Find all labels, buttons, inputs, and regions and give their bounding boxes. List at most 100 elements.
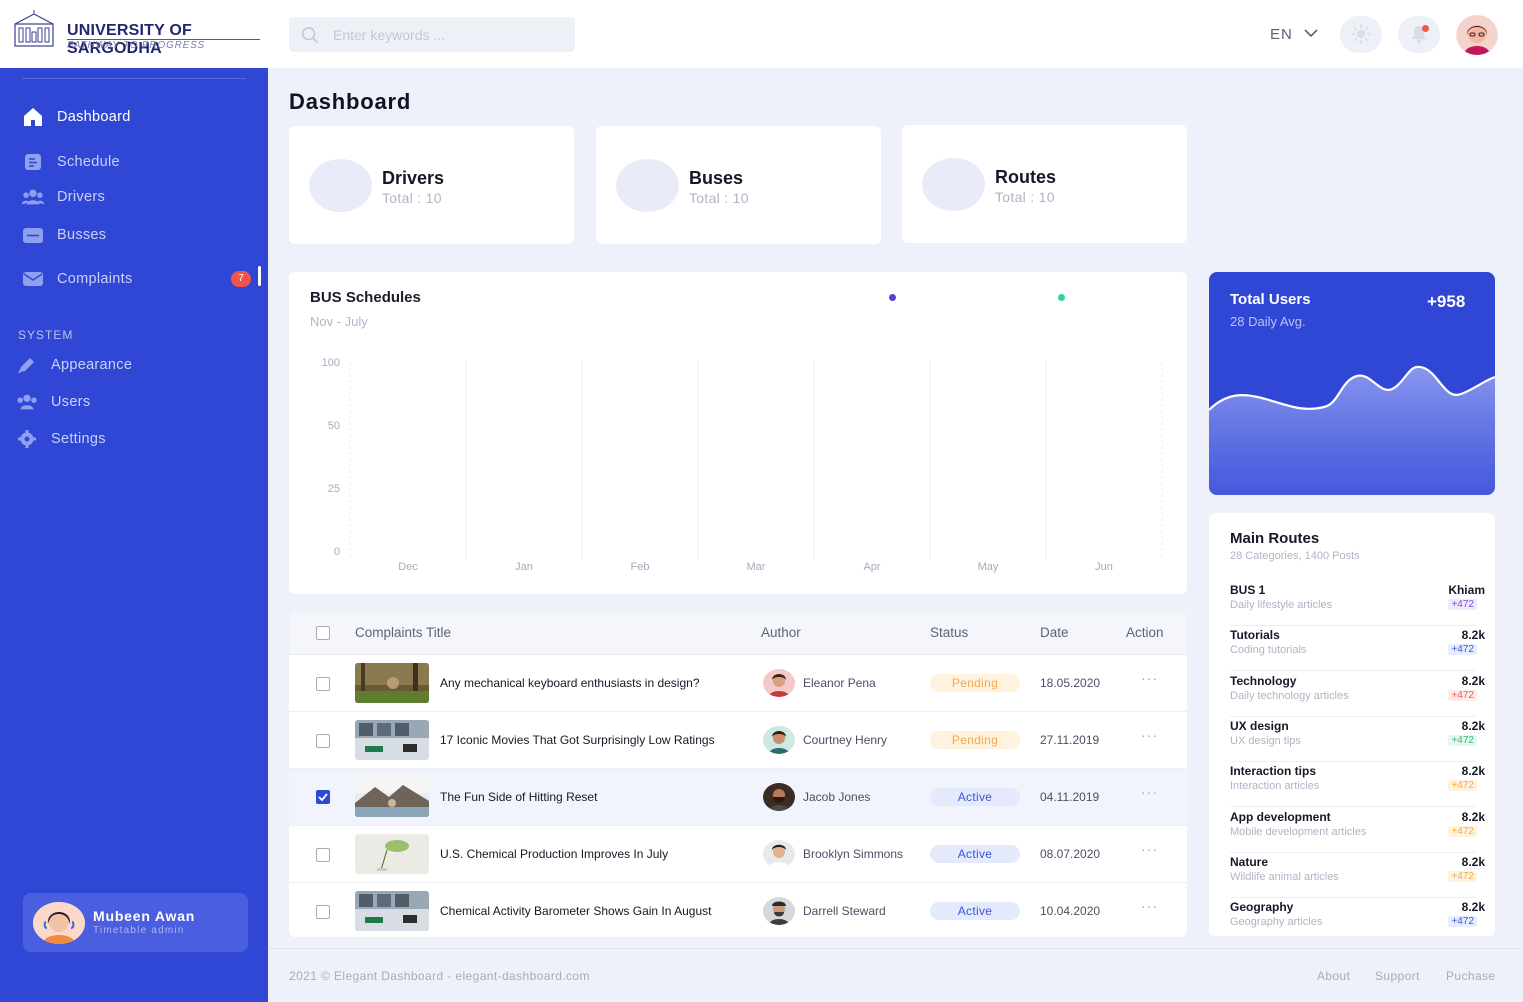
sidebar-item-users[interactable]: Users: [16, 387, 90, 417]
stat-card-routes[interactable]: Routes Total : 10: [902, 125, 1187, 243]
row-thumbnail: [355, 834, 429, 874]
current-user-card[interactable]: Mubeen Awan Timetable admin: [23, 893, 248, 952]
route-description: Interaction articles: [1230, 780, 1320, 793]
route-value: 8.2k: [1461, 628, 1485, 643]
users-icon: [22, 186, 44, 208]
sidebar-item-schedule[interactable]: Schedule: [22, 147, 120, 177]
notifications-button[interactable]: [1398, 16, 1440, 53]
row-author: Jacob Jones: [803, 790, 871, 804]
sun-icon: [1351, 24, 1371, 44]
search-input[interactable]: [333, 17, 563, 52]
row-title[interactable]: U.S. Chemical Production Improves In Jul…: [440, 847, 668, 861]
complaints-table: Complaints Title Author Status Date Acti…: [289, 612, 1187, 937]
select-all-checkbox[interactable]: [316, 626, 330, 640]
route-change-badge: +472: [1448, 825, 1477, 837]
route-item[interactable]: UX design UX design tips 8.2k +472: [1230, 719, 1485, 764]
route-name: Tutorials: [1230, 628, 1280, 643]
table-row[interactable]: The Fun Side of Hitting Reset Jacob Jone…: [289, 769, 1187, 826]
column-header-status[interactable]: Status: [930, 625, 968, 640]
main-routes-card: Main Routes 28 Categories, 1400 Posts BU…: [1209, 513, 1495, 936]
footer-link-purchase[interactable]: Puchase: [1446, 969, 1496, 983]
table-row[interactable]: U.S. Chemical Production Improves In Jul…: [289, 826, 1187, 883]
stat-icon-placeholder: [309, 159, 372, 212]
stat-card-drivers[interactable]: Drivers Total : 10: [289, 126, 574, 244]
sidebar-item-label: Settings: [51, 431, 106, 447]
route-name: Interaction tips: [1230, 764, 1317, 779]
user-avatar[interactable]: [1456, 15, 1498, 55]
chevron-down-icon[interactable]: [1303, 28, 1319, 38]
x-tick-label: Feb: [631, 561, 650, 573]
row-author: Eleanor Pena: [803, 676, 876, 690]
more-actions-icon[interactable]: ···: [1141, 670, 1158, 686]
row-thumbnail: [355, 777, 429, 817]
more-actions-icon[interactable]: ···: [1141, 784, 1158, 800]
sidebar-item-appearance[interactable]: Appearance: [16, 350, 132, 380]
column-header-title[interactable]: Complaints Title: [355, 625, 451, 640]
route-description: UX design tips: [1230, 734, 1301, 747]
route-description: Wildlife animal articles: [1230, 870, 1339, 883]
route-item[interactable]: Interaction tips Interaction articles 8.2k…: [1230, 764, 1485, 809]
row-checkbox[interactable]: [316, 677, 330, 691]
route-divider: [1230, 851, 1476, 853]
row-checkbox[interactable]: [316, 734, 330, 748]
top-bar: UNIVERSITY OF SARGODHA PATHWAY TO PROGRE…: [0, 0, 1523, 68]
route-value: 8.2k: [1461, 809, 1485, 824]
sidebar-item-settings[interactable]: Settings: [16, 424, 106, 454]
sidebar-item-complaints[interactable]: Complaints: [22, 264, 133, 294]
university-logo[interactable]: UNIVERSITY OF SARGODHA PATHWAY TO PROGRE…: [12, 10, 267, 57]
status-badge: Active: [930, 788, 1020, 806]
route-item[interactable]: Nature Wildlife animal articles 8.2k +472: [1230, 855, 1485, 900]
route-item[interactable]: Technology Daily technology articles 8.2k +…: [1230, 674, 1485, 719]
route-item[interactable]: BUS 1 Daily lifestyle articles Khiam +472: [1230, 583, 1485, 628]
search-bar[interactable]: [289, 17, 575, 52]
sidebar-item-busses[interactable]: Busses: [22, 220, 106, 250]
row-checkbox[interactable]: [316, 905, 330, 919]
row-date: 18.05.2020: [1040, 676, 1101, 690]
sidebar-item-label: Appearance: [51, 357, 133, 373]
theme-toggle-button[interactable]: [1340, 16, 1382, 53]
more-actions-icon[interactable]: ···: [1141, 841, 1158, 857]
column-header-author[interactable]: Author: [761, 625, 801, 640]
row-title[interactable]: Any mechanical keyboard enthusiasts in d…: [440, 676, 700, 690]
row-checkbox[interactable]: [316, 848, 330, 862]
route-description: Daily technology articles: [1230, 689, 1349, 702]
stat-title: Buses: [689, 168, 744, 188]
more-actions-icon[interactable]: ···: [1141, 727, 1158, 743]
footer-link-about[interactable]: About: [1317, 969, 1350, 983]
sidebar-item-drivers[interactable]: Drivers: [22, 182, 105, 212]
route-item[interactable]: Geography Geography articles 8.2k +472: [1230, 900, 1485, 945]
route-change-badge: +472: [1448, 644, 1477, 656]
language-selector[interactable]: EN: [1270, 26, 1293, 43]
footer-link-support[interactable]: Support: [1375, 969, 1420, 983]
sidebar-item-dashboard[interactable]: Dashboard: [22, 102, 131, 132]
y-tick-label: 50: [328, 420, 340, 432]
table-row[interactable]: Any mechanical keyboard enthusiasts in d…: [289, 655, 1187, 712]
row-title[interactable]: 17 Iconic Movies That Got Surprisingly L…: [440, 733, 715, 747]
x-tick-label: Jun: [1095, 561, 1113, 573]
route-item[interactable]: App development Mobile development articl…: [1230, 810, 1485, 855]
route-description: Geography articles: [1230, 916, 1323, 929]
footer-copyright: 2021 © Elegant Dashboard - elegant-dashb…: [289, 969, 590, 983]
route-item[interactable]: Tutorials Coding tutorials 8.2k +472: [1230, 628, 1485, 673]
sidebar: Dashboard Schedule Drivers Busses Compla…: [0, 68, 268, 1002]
row-checkbox[interactable]: [316, 790, 330, 804]
table-row[interactable]: Chemical Activity Barometer Shows Gain I…: [289, 883, 1187, 937]
table-row[interactable]: 17 Iconic Movies That Got Surprisingly L…: [289, 712, 1187, 769]
stat-card-buses[interactable]: Buses Total : 10: [596, 126, 881, 244]
legend-dot-series-1: [889, 294, 896, 301]
row-date: 04.11.2019: [1040, 790, 1100, 804]
row-title[interactable]: Chemical Activity Barometer Shows Gain I…: [440, 904, 711, 918]
sidebar-item-label: Busses: [57, 227, 107, 243]
total-users-card: Total Users +958 28 Daily Avg.: [1209, 272, 1495, 495]
route-divider: [1230, 760, 1476, 762]
chart-title: BUS Schedules: [310, 289, 421, 306]
row-author: Brooklyn Simmons: [803, 847, 904, 861]
row-title[interactable]: The Fun Side of Hitting Reset: [440, 790, 597, 804]
column-header-date[interactable]: Date: [1040, 625, 1069, 640]
more-actions-icon[interactable]: ···: [1141, 898, 1158, 914]
y-tick-label: 25: [328, 483, 340, 495]
chart-canvas: 100 50 25 0 Dec Jan Feb Mar Apr May Jun: [322, 357, 1163, 573]
author-avatar: [763, 783, 795, 811]
route-divider: [1230, 806, 1476, 808]
page-title: Dashboard: [289, 89, 412, 114]
